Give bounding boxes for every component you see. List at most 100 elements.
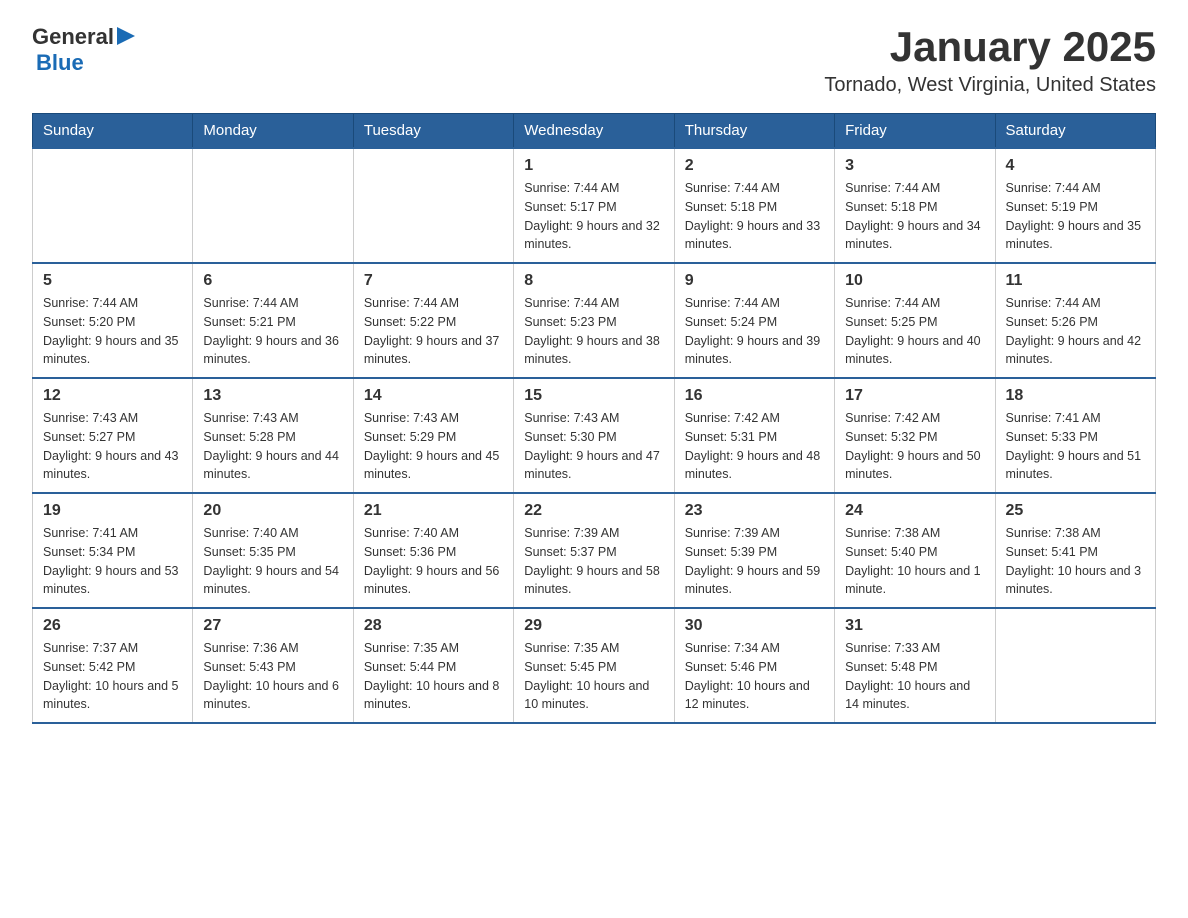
day-info: Sunrise: 7:37 AMSunset: 5:42 PMDaylight:… xyxy=(43,639,182,714)
calendar-week-row: 1 Sunrise: 7:44 AMSunset: 5:17 PMDaylight… xyxy=(33,148,1156,263)
calendar-week-row: 5 Sunrise: 7:44 AMSunset: 5:20 PMDaylight… xyxy=(33,263,1156,378)
calendar-header-thursday: Thursday xyxy=(674,114,834,149)
calendar-header-tuesday: Tuesday xyxy=(353,114,513,149)
day-number: 7 xyxy=(364,272,503,290)
calendar-cell: 30 Sunrise: 7:34 AMSunset: 5:46 PMDayligh… xyxy=(674,608,834,723)
calendar-cell: 11 Sunrise: 7:44 AMSunset: 5:26 PMDayligh… xyxy=(995,263,1155,378)
calendar-week-row: 19 Sunrise: 7:41 AMSunset: 5:34 PMDayligh… xyxy=(33,493,1156,608)
day-number: 30 xyxy=(685,617,824,635)
calendar-cell: 10Sunrise: 7:44 AMSunset: 5:25 PMDayligh… xyxy=(835,263,995,378)
calendar-cell: 22 Sunrise: 7:39 AMSunset: 5:37 PMDayligh… xyxy=(514,493,674,608)
subtitle: Tornado, West Virginia, United States xyxy=(824,74,1156,97)
logo: General Blue xyxy=(32,24,135,76)
calendar-cell: 21 Sunrise: 7:40 AMSunset: 5:36 PMDayligh… xyxy=(353,493,513,608)
day-info: Sunrise: 7:35 AMSunset: 5:44 PMDaylight:… xyxy=(364,639,503,714)
day-number: 29 xyxy=(524,617,663,635)
day-info: Sunrise: 7:44 AMSunset: 5:24 PMDaylight:… xyxy=(685,294,824,369)
day-info: Sunrise: 7:44 AMSunset: 5:20 PMDaylight:… xyxy=(43,294,182,369)
calendar-cell xyxy=(193,148,353,263)
day-info: Sunrise: 7:41 AMSunset: 5:33 PMDaylight:… xyxy=(1006,409,1145,484)
day-number: 2 xyxy=(685,157,824,175)
day-number: 20 xyxy=(203,502,342,520)
day-info: Sunrise: 7:44 AMSunset: 5:18 PMDaylight:… xyxy=(845,179,984,254)
day-info: Sunrise: 7:44 AMSunset: 5:18 PMDaylight:… xyxy=(685,179,824,254)
calendar-week-row: 26 Sunrise: 7:37 AMSunset: 5:42 PMDayligh… xyxy=(33,608,1156,723)
calendar-cell: 13Sunrise: 7:43 AMSunset: 5:28 PMDayligh… xyxy=(193,378,353,493)
day-info: Sunrise: 7:44 AMSunset: 5:22 PMDaylight:… xyxy=(364,294,503,369)
day-info: Sunrise: 7:40 AMSunset: 5:36 PMDaylight:… xyxy=(364,524,503,599)
day-number: 9 xyxy=(685,272,824,290)
day-info: Sunrise: 7:44 AMSunset: 5:23 PMDaylight:… xyxy=(524,294,663,369)
day-number: 22 xyxy=(524,502,663,520)
day-info: Sunrise: 7:33 AMSunset: 5:48 PMDaylight:… xyxy=(845,639,984,714)
day-number: 15 xyxy=(524,387,663,405)
day-info: Sunrise: 7:43 AMSunset: 5:30 PMDaylight:… xyxy=(524,409,663,484)
day-number: 28 xyxy=(364,617,503,635)
calendar-header-sunday: Sunday xyxy=(33,114,193,149)
day-info: Sunrise: 7:44 AMSunset: 5:25 PMDaylight:… xyxy=(845,294,984,369)
day-info: Sunrise: 7:40 AMSunset: 5:35 PMDaylight:… xyxy=(203,524,342,599)
day-info: Sunrise: 7:34 AMSunset: 5:46 PMDaylight:… xyxy=(685,639,824,714)
day-number: 14 xyxy=(364,387,503,405)
day-info: Sunrise: 7:42 AMSunset: 5:32 PMDaylight:… xyxy=(845,409,984,484)
calendar-cell: 20 Sunrise: 7:40 AMSunset: 5:35 PMDayligh… xyxy=(193,493,353,608)
day-info: Sunrise: 7:44 AMSunset: 5:26 PMDaylight:… xyxy=(1006,294,1145,369)
day-info: Sunrise: 7:41 AMSunset: 5:34 PMDaylight:… xyxy=(43,524,182,599)
calendar-cell: 5 Sunrise: 7:44 AMSunset: 5:20 PMDaylight… xyxy=(33,263,193,378)
day-number: 11 xyxy=(1006,272,1145,290)
day-number: 5 xyxy=(43,272,182,290)
calendar-cell: 1 Sunrise: 7:44 AMSunset: 5:17 PMDaylight… xyxy=(514,148,674,263)
day-number: 17 xyxy=(845,387,984,405)
day-info: Sunrise: 7:43 AMSunset: 5:29 PMDaylight:… xyxy=(364,409,503,484)
calendar-cell xyxy=(995,608,1155,723)
day-number: 26 xyxy=(43,617,182,635)
calendar-cell: 7 Sunrise: 7:44 AMSunset: 5:22 PMDaylight… xyxy=(353,263,513,378)
day-number: 1 xyxy=(524,157,663,175)
day-info: Sunrise: 7:38 AMSunset: 5:40 PMDaylight:… xyxy=(845,524,984,599)
day-info: Sunrise: 7:44 AMSunset: 5:19 PMDaylight:… xyxy=(1006,179,1145,254)
calendar-cell: 29Sunrise: 7:35 AMSunset: 5:45 PMDayligh… xyxy=(514,608,674,723)
day-number: 27 xyxy=(203,617,342,635)
calendar-cell: 17 Sunrise: 7:42 AMSunset: 5:32 PMDayligh… xyxy=(835,378,995,493)
calendar-cell: 18 Sunrise: 7:41 AMSunset: 5:33 PMDayligh… xyxy=(995,378,1155,493)
calendar-table: SundayMondayTuesdayWednesdayThursdayFrid… xyxy=(32,113,1156,724)
day-number: 19 xyxy=(43,502,182,520)
day-number: 25 xyxy=(1006,502,1145,520)
calendar-header-friday: Friday xyxy=(835,114,995,149)
calendar-cell: 16 Sunrise: 7:42 AMSunset: 5:31 PMDayligh… xyxy=(674,378,834,493)
day-number: 16 xyxy=(685,387,824,405)
day-number: 3 xyxy=(845,157,984,175)
calendar-cell: 4Sunrise: 7:44 AMSunset: 5:19 PMDaylight… xyxy=(995,148,1155,263)
day-info: Sunrise: 7:44 AMSunset: 5:21 PMDaylight:… xyxy=(203,294,342,369)
calendar-cell xyxy=(33,148,193,263)
page-header: General Blue January 2025 Tornado, West … xyxy=(32,24,1156,97)
main-title: January 2025 xyxy=(824,24,1156,70)
day-info: Sunrise: 7:43 AMSunset: 5:27 PMDaylight:… xyxy=(43,409,182,484)
day-number: 24 xyxy=(845,502,984,520)
day-number: 18 xyxy=(1006,387,1145,405)
calendar-cell: 19 Sunrise: 7:41 AMSunset: 5:34 PMDayligh… xyxy=(33,493,193,608)
calendar-cell: 26 Sunrise: 7:37 AMSunset: 5:42 PMDayligh… xyxy=(33,608,193,723)
day-info: Sunrise: 7:43 AMSunset: 5:28 PMDaylight:… xyxy=(203,409,342,484)
day-number: 8 xyxy=(524,272,663,290)
day-number: 31 xyxy=(845,617,984,635)
calendar-cell: 15 Sunrise: 7:43 AMSunset: 5:30 PMDayligh… xyxy=(514,378,674,493)
day-info: Sunrise: 7:38 AMSunset: 5:41 PMDaylight:… xyxy=(1006,524,1145,599)
day-info: Sunrise: 7:44 AMSunset: 5:17 PMDaylight:… xyxy=(524,179,663,254)
day-number: 12 xyxy=(43,387,182,405)
day-number: 21 xyxy=(364,502,503,520)
day-info: Sunrise: 7:39 AMSunset: 5:37 PMDaylight:… xyxy=(524,524,663,599)
day-number: 23 xyxy=(685,502,824,520)
day-info: Sunrise: 7:39 AMSunset: 5:39 PMDaylight:… xyxy=(685,524,824,599)
calendar-cell: 23 Sunrise: 7:39 AMSunset: 5:39 PMDayligh… xyxy=(674,493,834,608)
day-number: 6 xyxy=(203,272,342,290)
calendar-header-wednesday: Wednesday xyxy=(514,114,674,149)
day-info: Sunrise: 7:36 AMSunset: 5:43 PMDaylight:… xyxy=(203,639,342,714)
calendar-cell: 9 Sunrise: 7:44 AMSunset: 5:24 PMDaylight… xyxy=(674,263,834,378)
calendar-cell: 12 Sunrise: 7:43 AMSunset: 5:27 PMDayligh… xyxy=(33,378,193,493)
calendar-cell: 31 Sunrise: 7:33 AMSunset: 5:48 PMDayligh… xyxy=(835,608,995,723)
calendar-cell: 27 Sunrise: 7:36 AMSunset: 5:43 PMDayligh… xyxy=(193,608,353,723)
day-info: Sunrise: 7:42 AMSunset: 5:31 PMDaylight:… xyxy=(685,409,824,484)
calendar-cell: 3 Sunrise: 7:44 AMSunset: 5:18 PMDaylight… xyxy=(835,148,995,263)
calendar-cell: 2 Sunrise: 7:44 AMSunset: 5:18 PMDaylight… xyxy=(674,148,834,263)
